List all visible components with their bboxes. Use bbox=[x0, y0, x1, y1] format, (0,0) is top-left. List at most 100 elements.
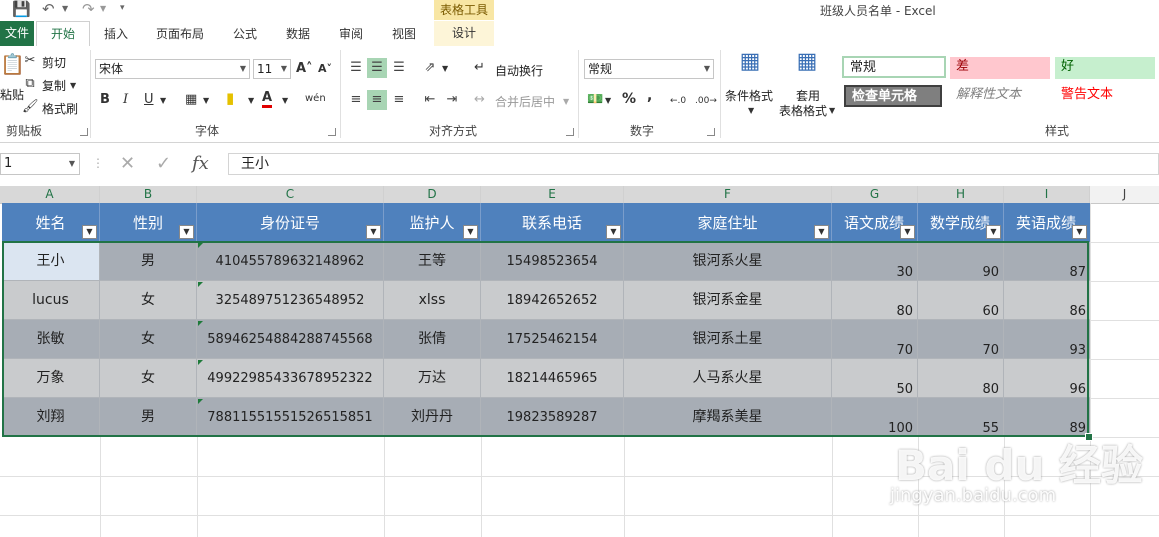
number-format-select[interactable]: 常规 ▼ bbox=[584, 59, 714, 79]
filter-dropdown-icon[interactable]: ▼ bbox=[814, 225, 829, 239]
underline-button[interactable]: U bbox=[144, 92, 154, 108]
merge-dropdown-icon[interactable]: ▼ bbox=[563, 94, 569, 110]
font-name-select[interactable]: 宋体 ▼ bbox=[95, 59, 250, 79]
comma-button[interactable]: , bbox=[647, 88, 652, 104]
font-color-button[interactable]: A bbox=[262, 91, 273, 108]
style-normal[interactable]: 常规 bbox=[842, 56, 946, 78]
table-header-cell[interactable]: 身份证号 bbox=[197, 203, 384, 242]
redo-icon[interactable]: ↷ bbox=[82, 0, 95, 18]
style-check-cell[interactable]: 检查单元格 bbox=[844, 85, 942, 107]
italic-button[interactable]: I bbox=[123, 92, 128, 108]
clipboard-launcher-icon[interactable] bbox=[80, 128, 88, 136]
table-header-cell[interactable]: 家庭住址 bbox=[624, 203, 832, 242]
cut-button[interactable]: 剪切 bbox=[42, 54, 66, 71]
filter-dropdown-icon[interactable]: ▼ bbox=[366, 225, 381, 239]
table-header-cell[interactable]: 联系电话 bbox=[481, 203, 624, 242]
filter-dropdown-icon[interactable]: ▼ bbox=[463, 225, 478, 239]
insert-function-icon[interactable]: fx bbox=[192, 153, 209, 174]
style-explanatory[interactable]: 解释性文本 bbox=[950, 85, 1050, 107]
orientation-dropdown-icon[interactable]: ▼ bbox=[442, 61, 448, 77]
fill-color-icon[interactable]: ▮ bbox=[226, 90, 234, 106]
font-color-dropdown-icon[interactable]: ▼ bbox=[282, 93, 288, 109]
bold-button[interactable]: B bbox=[100, 92, 110, 108]
column-header[interactable]: I bbox=[1004, 186, 1090, 203]
style-warning[interactable]: 警告文本 bbox=[1055, 85, 1155, 107]
table-format-icon[interactable]: ▦ bbox=[792, 51, 822, 73]
wrap-text-button[interactable]: 自动换行 bbox=[495, 62, 543, 79]
more-options-icon[interactable]: ⋮ bbox=[92, 156, 104, 170]
conditional-format-button[interactable]: 条件格式 bbox=[725, 87, 773, 104]
tab-home[interactable]: 开始 bbox=[36, 21, 90, 48]
increase-decimal-button[interactable]: ←.0 bbox=[670, 93, 686, 109]
filter-dropdown-icon[interactable]: ▼ bbox=[900, 225, 915, 239]
alignment-launcher-icon[interactable] bbox=[566, 128, 574, 136]
underline-dropdown-icon[interactable]: ▼ bbox=[160, 93, 166, 109]
currency-icon[interactable]: 💵 bbox=[587, 92, 603, 108]
save-icon[interactable]: 💾 bbox=[12, 0, 31, 18]
column-header[interactable]: D bbox=[384, 186, 481, 203]
undo-icon[interactable]: ↶ bbox=[42, 0, 55, 18]
font-size-select[interactable]: 11 ▼ bbox=[253, 59, 291, 79]
grow-font-button[interactable]: A˄ bbox=[296, 61, 313, 77]
tab-data[interactable]: 数据 bbox=[278, 24, 318, 44]
currency-dropdown-icon[interactable]: ▼ bbox=[605, 93, 611, 109]
filter-dropdown-icon[interactable]: ▼ bbox=[1072, 225, 1087, 239]
percent-button[interactable]: % bbox=[622, 91, 636, 107]
name-box[interactable]: 1 ▼ bbox=[0, 153, 80, 175]
align-right-icon[interactable]: ≡ bbox=[389, 90, 409, 110]
paste-icon[interactable]: 📋 bbox=[0, 54, 25, 74]
paste-button-label[interactable]: 粘贴 bbox=[0, 86, 24, 103]
tab-review[interactable]: 审阅 bbox=[331, 24, 371, 44]
shrink-font-button[interactable]: A˅ bbox=[318, 61, 332, 77]
align-left-icon[interactable]: ≡ bbox=[346, 90, 366, 110]
font-launcher-icon[interactable] bbox=[328, 128, 336, 136]
filter-dropdown-icon[interactable]: ▼ bbox=[606, 225, 621, 239]
decrease-indent-icon[interactable]: ⇤ bbox=[420, 90, 440, 110]
style-bad[interactable]: 差 bbox=[950, 57, 1050, 79]
column-header[interactable]: F bbox=[624, 186, 832, 203]
tab-insert[interactable]: 插入 bbox=[96, 24, 136, 44]
conditional-format-dropdown-icon[interactable]: ▼ bbox=[748, 103, 754, 119]
chevron-down-icon[interactable]: ▼ bbox=[69, 154, 75, 174]
number-launcher-icon[interactable] bbox=[707, 128, 715, 136]
phonetic-button[interactable]: wén bbox=[305, 91, 326, 107]
align-bottom-icon[interactable]: ☰ bbox=[389, 58, 409, 78]
align-middle-icon[interactable]: ☰ bbox=[367, 58, 387, 78]
filter-dropdown-icon[interactable]: ▼ bbox=[82, 225, 97, 239]
column-header[interactable]: J bbox=[1090, 186, 1159, 203]
copy-button[interactable]: 复制 bbox=[42, 77, 66, 94]
align-top-icon[interactable]: ☰ bbox=[346, 58, 366, 78]
borders-icon[interactable]: ▦ bbox=[185, 92, 197, 108]
column-header[interactable]: G bbox=[832, 186, 918, 203]
orientation-icon[interactable]: ⇗ bbox=[420, 58, 440, 78]
column-header[interactable]: C bbox=[197, 186, 384, 203]
redo-dropdown-icon[interactable]: ▼ bbox=[100, 4, 106, 13]
undo-dropdown-icon[interactable]: ▼ bbox=[62, 4, 68, 13]
check-icon[interactable]: ✓ bbox=[156, 153, 171, 174]
filter-dropdown-icon[interactable]: ▼ bbox=[179, 225, 194, 239]
column-header[interactable]: H bbox=[918, 186, 1004, 203]
increase-indent-icon[interactable]: ⇥ bbox=[442, 90, 462, 110]
merge-center-button[interactable]: 合并后居中 bbox=[495, 93, 555, 110]
copy-dropdown-icon[interactable]: ▼ bbox=[70, 78, 76, 94]
tab-design[interactable]: 设计 bbox=[434, 21, 494, 46]
style-good[interactable]: 好 bbox=[1055, 57, 1155, 79]
filter-dropdown-icon[interactable]: ▼ bbox=[986, 225, 1001, 239]
column-header[interactable]: E bbox=[481, 186, 624, 203]
tab-file[interactable]: 文件 bbox=[0, 21, 34, 46]
fill-color-dropdown-icon[interactable]: ▼ bbox=[248, 93, 254, 109]
decrease-decimal-button[interactable]: .00→ bbox=[695, 93, 717, 109]
column-header[interactable]: B bbox=[100, 186, 197, 203]
align-center-icon[interactable]: ≡ bbox=[367, 90, 387, 110]
table-format-dropdown-icon[interactable]: ▼ bbox=[829, 103, 835, 119]
format-painter-button[interactable]: 格式刷 bbox=[42, 100, 78, 117]
tab-formulas[interactable]: 公式 bbox=[225, 24, 265, 44]
chevron-down-icon[interactable]: ▾ bbox=[120, 3, 125, 13]
tab-page-layout[interactable]: 页面布局 bbox=[150, 24, 210, 44]
conditional-format-icon[interactable]: ▦ bbox=[735, 51, 765, 73]
tab-view[interactable]: 视图 bbox=[384, 24, 424, 44]
column-header[interactable]: A bbox=[0, 186, 100, 203]
formula-input[interactable]: 王小 bbox=[228, 153, 1159, 175]
table-format-button[interactable]: 表格格式 bbox=[779, 102, 827, 119]
borders-dropdown-icon[interactable]: ▼ bbox=[203, 93, 209, 109]
